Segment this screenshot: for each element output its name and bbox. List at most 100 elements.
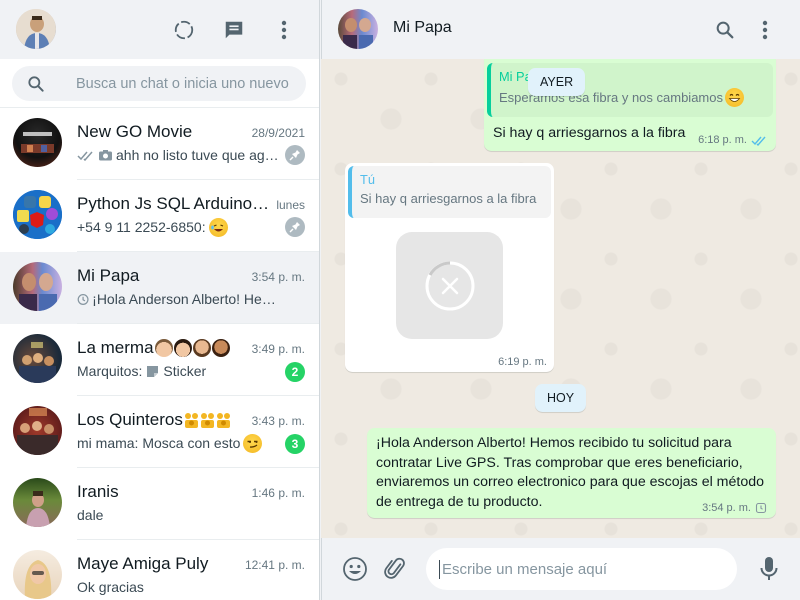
preview-text: ahh no listo tuve que ag… (116, 147, 279, 163)
chat-row-la-merma[interactable]: La merma 3:49 p. m. Marquitos: Sticker 2 (0, 324, 319, 396)
date-divider: AYER (528, 68, 586, 96)
read-ticks-icon (751, 136, 766, 146)
chat-time: 3:49 p. m. (251, 342, 305, 356)
chat-row-python-group[interactable]: Python Js SQL Arduino… lunes +54 9 11 22… (0, 180, 319, 252)
quote-author: Tú (360, 172, 375, 187)
chat-preview: Ok gracias (77, 577, 282, 597)
chat-row-mi-papa[interactable]: Mi Papa 3:54 p. m. ¡Hola Anderson Albert… (0, 252, 319, 324)
emoji-icon[interactable] (341, 555, 369, 583)
pending-clock-icon (755, 502, 767, 514)
unread-count-badge: 2 (285, 362, 305, 382)
woman-emoji-icon (173, 339, 192, 357)
image-failed-placeholder[interactable] (396, 232, 503, 339)
message-text: Si hay q arriesgarnos a la fibra (493, 125, 686, 141)
chat-preview: mi mama: Mosca con esto (77, 433, 282, 453)
chat-name: Mi Papa (77, 266, 140, 285)
chat-row-body: Mi Papa 3:54 p. m. ¡Hola Anderson Albert… (77, 252, 319, 324)
contact-avatar[interactable] (338, 9, 378, 49)
conversation-pane: Mi Papa Mi Papa Esperamos esa fibra y no… (321, 0, 800, 600)
search-input[interactable] (76, 66, 302, 101)
preview-text: mi mama: Mosca con esto (77, 435, 241, 451)
search-bar (0, 59, 319, 108)
chat-row-body: Maye Amiga Puly 12:41 p. m. Ok gracias (77, 540, 319, 600)
chat-preview: ahh no listo tuve que ag… (77, 145, 282, 165)
chat-name: La merma (77, 338, 272, 358)
camera-icon (99, 150, 112, 161)
outgoing-message[interactable]: ¡Hola Anderson Alberto! Hemos recibido t… (367, 428, 776, 518)
pin-icon (285, 217, 305, 237)
new-chat-icon[interactable] (221, 17, 247, 43)
chat-name: Python Js SQL Arduino… (77, 194, 270, 213)
message-composer (321, 538, 800, 600)
chat-name: New GO Movie (77, 122, 193, 141)
sticker-label: Sticker (163, 363, 207, 379)
menu-icon[interactable] (752, 17, 778, 43)
contact-name[interactable]: Mi Papa (393, 19, 452, 37)
download-failed-icon[interactable] (424, 260, 476, 312)
chat-preview: ¡Hola Anderson Alberto! Hemo… (77, 289, 282, 309)
chat-row-body: La merma 3:49 p. m. Marquitos: Sticker 2 (77, 324, 319, 396)
grinning-emoji-icon (724, 88, 744, 107)
bearded-man-dark-emoji-icon (211, 339, 230, 357)
chat-row-iranis[interactable]: Iranis 1:46 p. m. dale (0, 468, 319, 540)
chat-avatar (13, 406, 62, 455)
search-box[interactable] (12, 66, 306, 101)
chat-avatar (13, 190, 62, 239)
man-emoji-icon (154, 339, 173, 357)
message-text: ¡Hola Anderson Alberto! Hemos recibido t… (376, 435, 765, 510)
chat-avatar (13, 118, 62, 167)
chat-row-maye-amiga-puly[interactable]: Maye Amiga Puly 12:41 p. m. Ok gracias (0, 540, 319, 600)
chat-name: Los Quinteros (77, 410, 272, 430)
chat-time: lunes (276, 198, 305, 212)
message-meta: 3:54 p. m. (702, 502, 767, 514)
my-profile-avatar[interactable] (16, 9, 56, 49)
message-box[interactable] (426, 548, 737, 590)
quoted-message[interactable]: Tú Si hay q arriesgarnos a la fibra (348, 166, 551, 218)
chat-row-los-quinteros[interactable]: Los Quinteros 3:43 p. m. mi mama: Mosca … (0, 396, 319, 468)
chat-avatar (13, 478, 62, 527)
avatar-photo (16, 9, 56, 49)
message-area[interactable]: Mi Papa Esperamos esa fibra y nos cambia… (321, 59, 800, 538)
attach-icon[interactable] (382, 555, 410, 583)
chat-preview: dale (77, 505, 282, 525)
unread-count-badge: 3 (285, 434, 305, 454)
chat-row-body: Los Quinteros 3:43 p. m. mi mama: Mosca … (77, 396, 319, 468)
search-icon[interactable] (712, 17, 738, 43)
date-divider: HOY (535, 384, 587, 412)
chat-time: 3:43 p. m. (251, 414, 305, 428)
incoming-message[interactable]: Tú Si hay q arriesgarnos a la fibra 6:19… (345, 163, 554, 372)
message-meta: 6:18 p. m. (698, 134, 767, 146)
preview-text: ¡Hola Anderson Alberto! Hemo… (92, 291, 282, 307)
pending-clock-icon (77, 293, 89, 305)
chat-row-body: Iranis 1:46 p. m. dale (77, 468, 319, 540)
preview-text: +54 9 11 2252-6850: (77, 219, 206, 235)
chat-time: 28/9/2021 (251, 126, 305, 140)
chat-name: Maye Amiga Puly (77, 554, 209, 573)
chat-time: 1:46 p. m. (251, 486, 305, 500)
chat-row-new-go-movie[interactable]: New GO Movie 28/9/2021 ahh no listo tuve… (0, 108, 319, 180)
chat-row-body: Python Js SQL Arduino… lunes +54 9 11 22… (77, 180, 319, 252)
microphone-icon[interactable] (755, 555, 783, 583)
chat-list: New GO Movie 28/9/2021 ahh no listo tuve… (0, 108, 319, 600)
pin-icon (285, 145, 305, 165)
preview-text: Ok gracias (77, 579, 144, 595)
status-icon[interactable] (171, 17, 197, 43)
message-time: 6:19 p. m. (498, 356, 547, 368)
chat-avatar (13, 550, 62, 599)
chat-name-text: La merma (77, 338, 154, 357)
message-input[interactable] (438, 548, 728, 590)
conversation-header[interactable]: Mi Papa (321, 0, 800, 59)
chat-preview: +54 9 11 2252-6850: (77, 217, 282, 237)
bearded-man-emoji-icon (192, 339, 211, 357)
chat-avatar (13, 334, 62, 383)
search-icon[interactable] (26, 74, 46, 94)
menu-icon[interactable] (271, 17, 297, 43)
chat-row-body: New GO Movie 28/9/2021 ahh no listo tuve… (77, 108, 319, 180)
smirk-emoji-icon (243, 433, 263, 453)
chat-name-text: Los Quinteros (77, 410, 183, 429)
preview-text: dale (77, 507, 104, 523)
double-check-icon (77, 151, 93, 161)
message-time: 6:18 p. m. (698, 134, 747, 146)
left-header (0, 0, 319, 59)
quote-text: Si hay q arriesgarnos a la fibra (360, 191, 537, 206)
